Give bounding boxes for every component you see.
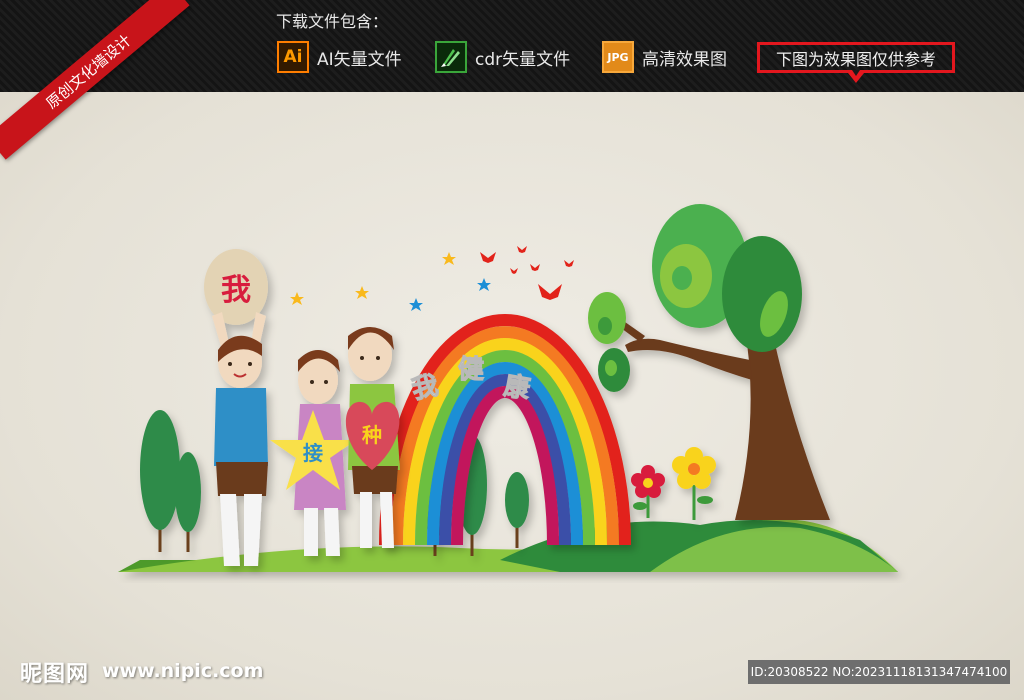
- ai-file-icon: Ai: [277, 41, 309, 73]
- image-id-badge: ID:20308522 NO:20231118131347474100: [748, 660, 1010, 684]
- file-item-cdr: cdr矢量文件: [435, 40, 570, 74]
- decor-stars: [290, 252, 491, 311]
- notice-pointer: [848, 70, 864, 83]
- corner-ribbon: 原创文化墙设计: [0, 0, 200, 200]
- ribbon-label: 原创文化墙设计: [0, 0, 190, 160]
- flowers: [631, 447, 716, 520]
- file-item-ai: Ai AI矢量文件: [277, 40, 402, 74]
- file-label-cdr: cdr矢量文件: [475, 49, 571, 70]
- header-title: 下载文件包含：: [276, 12, 389, 31]
- reference-notice: 下图为效果图仅供参考: [757, 42, 955, 73]
- sign-head-text: 我: [221, 273, 251, 308]
- star-sign-text: 接: [303, 441, 323, 465]
- rainbow: [379, 314, 631, 546]
- rainbow-title-char: 健: [458, 355, 484, 385]
- decor-birds: [480, 246, 574, 300]
- heart-sign-text: 种: [361, 423, 382, 447]
- child-with-heart: 种: [345, 327, 400, 548]
- child-with-star: 接: [270, 350, 356, 556]
- cdr-file-icon: [435, 41, 467, 73]
- file-item-jpg: JPG 高清效果图: [602, 40, 727, 74]
- jpg-file-icon: JPG: [602, 41, 634, 73]
- file-label-jpg: 高清效果图: [642, 49, 727, 70]
- file-label-ai: AI矢量文件: [317, 49, 402, 70]
- watermark-url[interactable]: www.nipic.com: [102, 660, 263, 682]
- child-holding-sign: 我: [204, 249, 268, 566]
- watermark-logo: 昵图网: [20, 662, 90, 687]
